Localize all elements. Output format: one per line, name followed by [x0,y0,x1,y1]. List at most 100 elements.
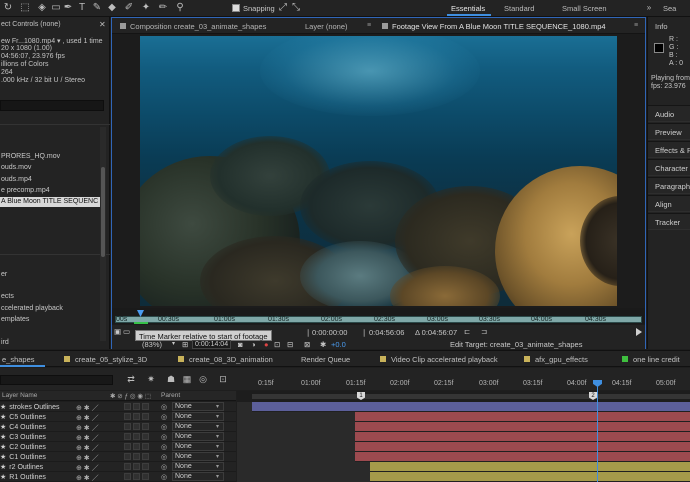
workspace-standard[interactable]: Standard [504,4,534,13]
layer-duration-bar[interactable] [355,422,690,432]
tab-composition[interactable]: Composition create_03_animate_shapes [120,22,266,31]
project-item[interactable] [0,281,104,291]
in-point[interactable]: 0:00:00:00 [312,328,347,337]
project-item[interactable]: ouds.mov [0,163,104,173]
out-point[interactable]: 0:04:56:06 [369,328,404,337]
grid-icon[interactable]: ⊡ [274,340,280,349]
table-row[interactable]: ★ R1 Outlines ⊕ ✱ ／ ◎ None ▾ [0,472,236,482]
section-audio[interactable]: Audio [648,105,690,122]
pickwhip-icon[interactable]: ◎ [161,423,167,431]
tab-composition[interactable]: create_05_stylize_3D [64,355,147,364]
pen-tool-icon[interactable]: ✒ [62,2,74,14]
project-item[interactable]: emplates [0,315,104,325]
switch-box[interactable] [124,453,131,460]
monitor-icon[interactable]: ▭ [123,327,130,336]
layer-duration-bar[interactable] [370,462,690,472]
project-item[interactable]: e precomp.mp4 [0,186,104,196]
project-item-selected[interactable]: A Blue Moon TITLE SEQUENC [0,197,104,207]
graph-editor-icon[interactable]: ⊡ [218,374,228,384]
set-out-point-icon[interactable]: ❘ [361,328,367,337]
parent-header[interactable]: Parent [161,392,180,399]
footage-preview[interactable] [140,36,617,306]
switch-box[interactable] [142,423,149,430]
pickwhip-icon[interactable]: ◎ [161,453,167,461]
project-item[interactable] [0,208,104,218]
switch-box[interactable] [142,413,149,420]
snap-options-icon[interactable]: ⤢ [277,2,289,14]
panel-close-icon[interactable]: ✕ [99,20,106,29]
transparency-grid-icon[interactable]: ⊠ [304,340,310,349]
tab-composition[interactable]: Video Clip accelerated playback [380,355,498,364]
switch-box[interactable] [142,443,149,450]
project-item[interactable]: ccelerated playback [0,304,104,314]
table-row[interactable]: ★ strokes Outlines ⊕ ✱ ／ ◎ None ▾ [0,402,236,412]
overlay-edit-icon[interactable]: ⊐ [481,327,487,336]
region-icon[interactable]: ⊟ [287,340,293,349]
navigator-bar[interactable] [252,394,690,399]
switch-box[interactable] [142,463,149,470]
tab-composition-active[interactable]: e_shapes [2,355,35,364]
switch-box[interactable] [133,463,140,470]
roto-brush-icon[interactable]: ✏ [157,2,169,14]
time-ruler-bar[interactable]: 00s 00:30s 01:00s 01:30s 02:00s 02:30s 0… [115,316,642,323]
chevron-down-icon[interactable]: ▾ [172,340,175,347]
tab-composition[interactable]: create_08_3D_animation [178,355,273,364]
switch-box[interactable] [142,403,149,410]
project-scrollbar[interactable] [100,127,106,341]
layer-duration-bar[interactable] [252,402,690,412]
switch-box[interactable] [142,473,149,480]
show-snapshot-icon[interactable]: ◑ [251,340,256,349]
section-preview[interactable]: Preview [648,123,690,140]
project-search-input[interactable] [0,100,104,111]
section-character[interactable]: Character [648,159,690,176]
layer-duration-bar[interactable] [355,432,690,442]
footage-time-ruler[interactable]: 00s 00:30s 01:00s 01:30s 02:00s 02:30s 0… [112,308,645,324]
layer-duration-bar[interactable] [370,472,690,482]
project-item[interactable]: er [0,270,104,280]
pickwhip-icon[interactable]: ◎ [161,403,167,411]
tab-render-queue[interactable]: Render Queue [301,355,350,364]
set-in-point-icon[interactable]: ❘ [305,328,311,337]
switch-box[interactable] [124,473,131,480]
section-tracker[interactable]: Tracker [648,213,690,230]
eraser-tool-icon[interactable]: ◆ [106,2,118,14]
workspace-search[interactable]: Sea [663,4,676,13]
workspace-small-screen[interactable]: Small Screen [562,4,607,13]
rotation-tool-icon[interactable]: ↻ [2,2,14,14]
shy-layers-icon[interactable]: ☗ [166,374,176,384]
switch-box[interactable] [133,403,140,410]
project-item[interactable]: ouds.mp4 [0,175,104,185]
snapping-checkbox[interactable] [232,4,240,12]
table-row[interactable]: ★ C4 Outlines ⊕ ✱ ／ ◎ None ▾ [0,422,236,432]
switches[interactable]: ⊕ ✱ ／ [76,473,99,482]
snapshot-icon[interactable]: ◙ [238,340,243,349]
puppet-tool-icon[interactable]: ✦ [140,2,152,14]
layer-name-header[interactable]: Layer Name [2,392,37,399]
section-effects-presets[interactable]: Effects & Pr [648,141,690,158]
motion-blur-icon[interactable]: ◎ [198,374,208,384]
snap-expand-icon[interactable]: ⤡ [290,2,302,14]
table-row[interactable]: ★ C2 Outlines ⊕ ✱ ／ ◎ None ▾ [0,442,236,452]
tab-composition[interactable]: afx_gpu_effects [524,355,588,364]
draft-3d-icon[interactable]: ✷ [146,374,156,384]
pin-tool-icon[interactable]: ⚲ [174,2,186,14]
layer-duration-bar[interactable] [355,442,690,452]
switch-box[interactable] [133,413,140,420]
ripple-insert-icon[interactable]: ⊏ [464,327,470,336]
layer-search-input[interactable] [0,375,113,385]
exposure-value[interactable]: +0.0 [331,340,346,349]
viewer-menu-icon[interactable]: ≡ [634,22,638,29]
section-align[interactable]: Align [648,195,690,212]
brush-tool-icon[interactable]: ✎ [91,2,103,14]
switch-box[interactable] [133,423,140,430]
section-paragraph[interactable]: Paragraph [648,177,690,194]
timeline-ruler[interactable]: 0:15f 01:00f 01:15f 02:00f 02:15f 03:00f… [237,377,690,390]
switch-box[interactable] [142,433,149,440]
pickwhip-icon[interactable]: ◎ [161,413,167,421]
switch-box[interactable] [124,413,131,420]
switch-box[interactable] [124,463,131,470]
rectangle-tool-icon[interactable]: ▭ [50,2,62,14]
pickwhip-icon[interactable]: ◎ [161,443,167,451]
switch-box[interactable] [133,473,140,480]
project-item[interactable]: ird [0,338,104,348]
